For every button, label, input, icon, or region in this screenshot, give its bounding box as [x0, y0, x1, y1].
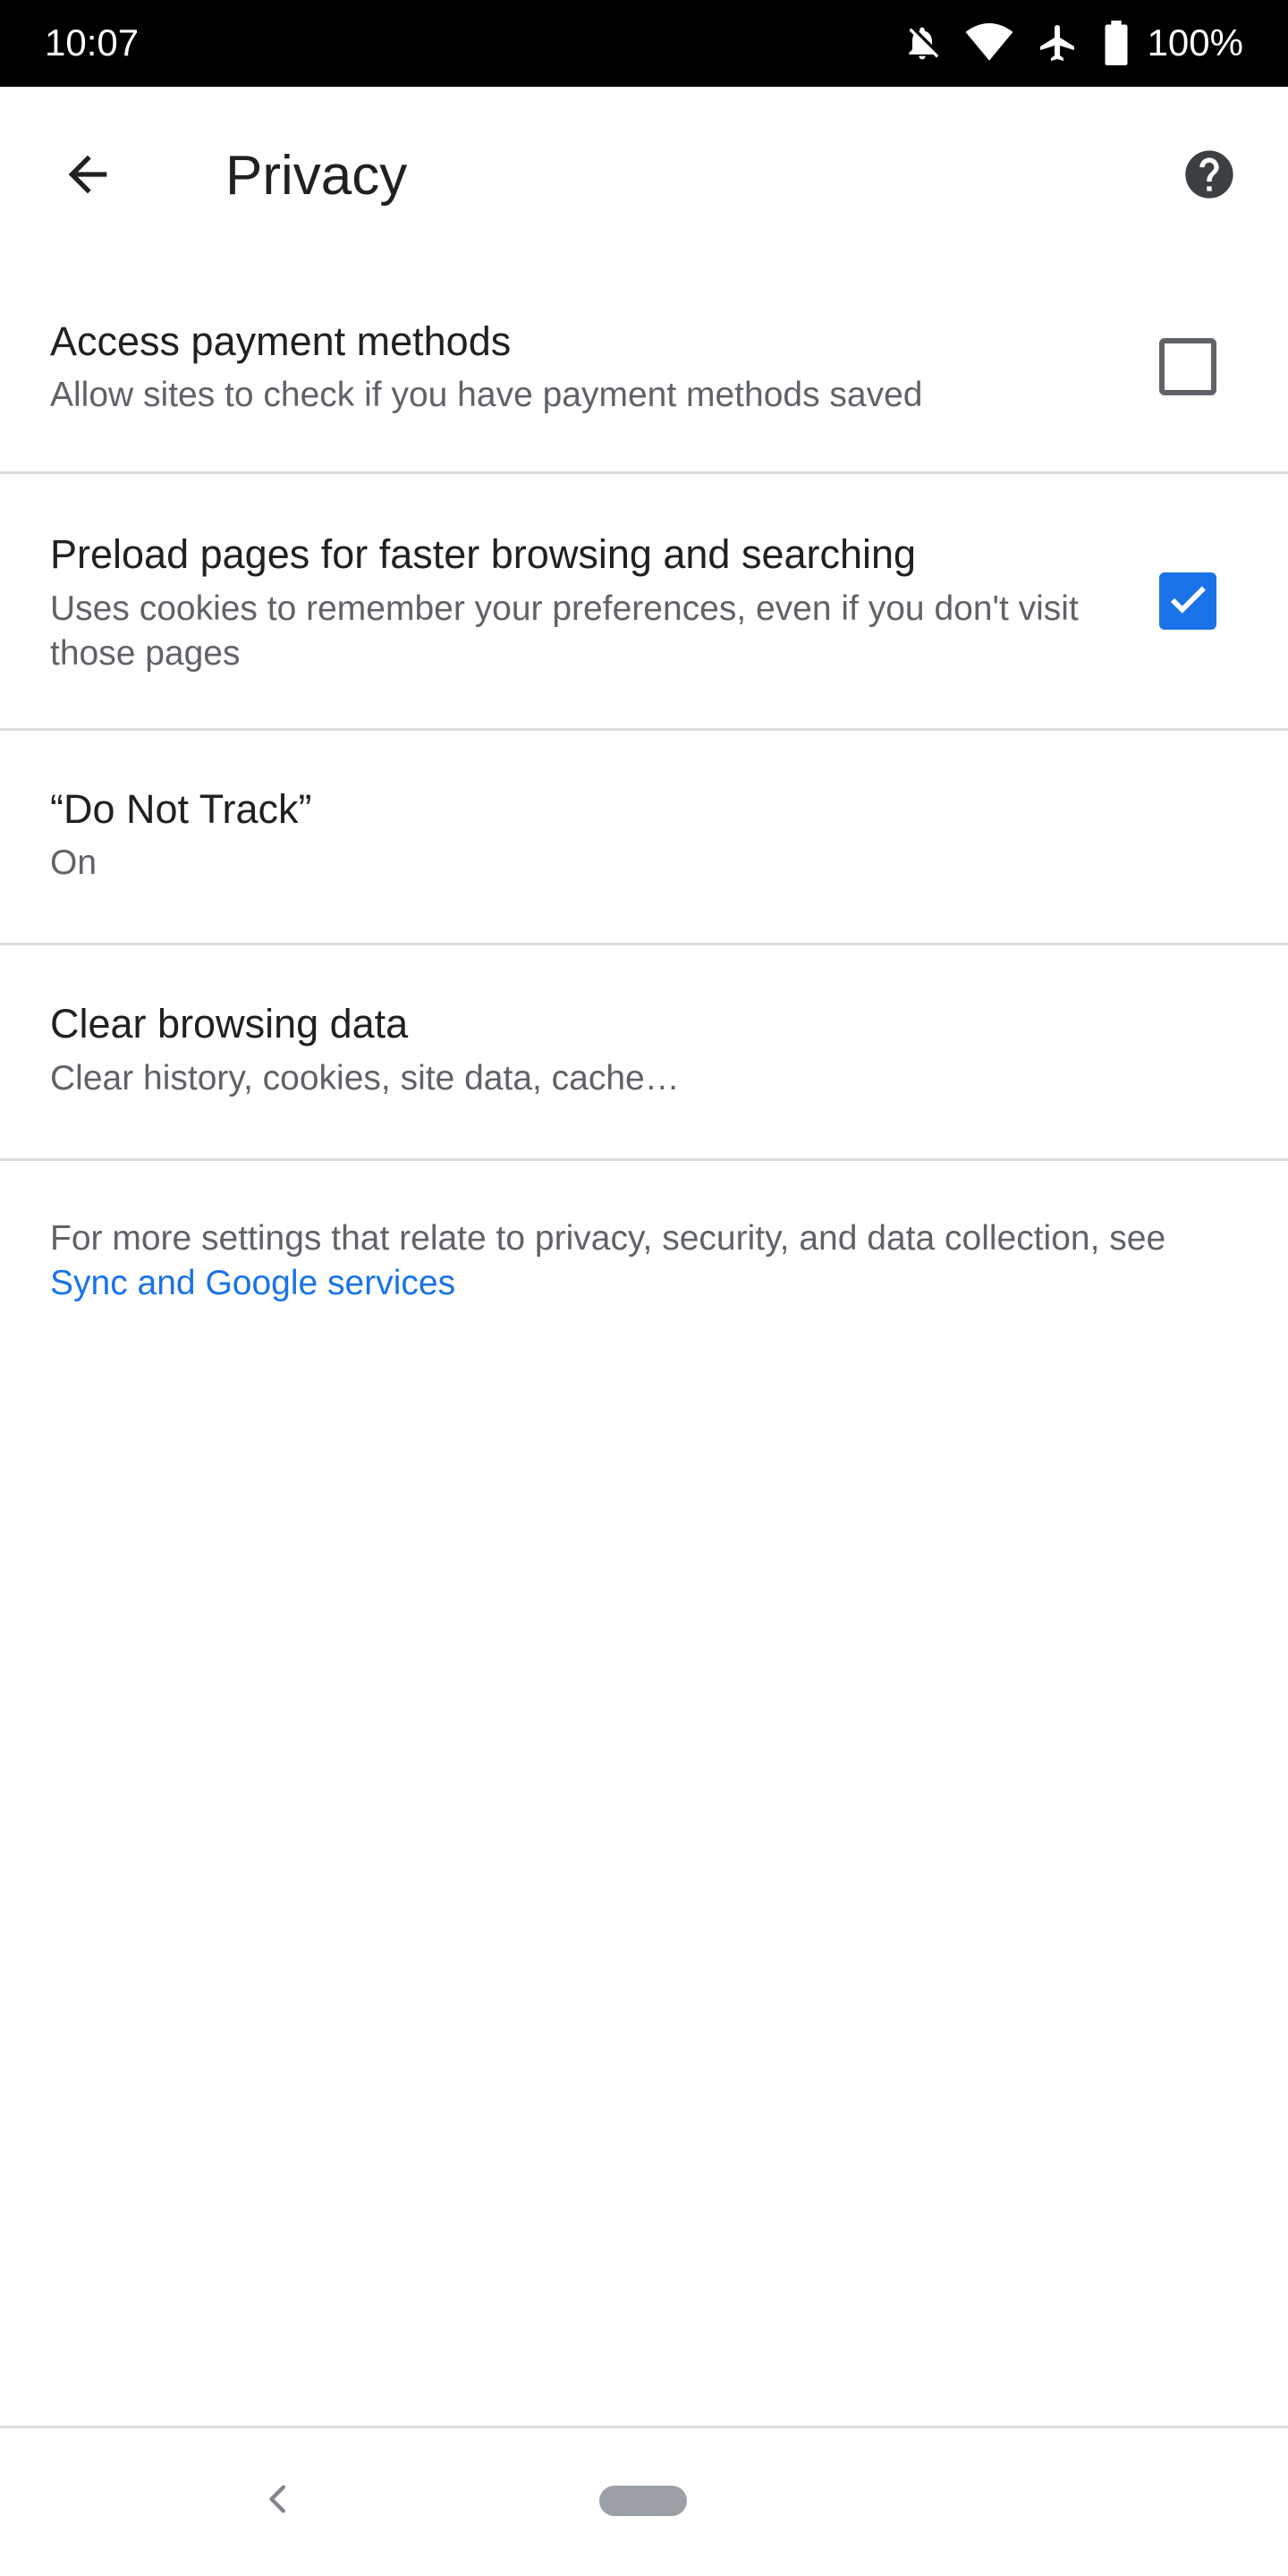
navigation-bar: [0, 2426, 1288, 2576]
battery-percent: 100%: [1147, 21, 1243, 64]
setting-preload-pages[interactable]: Preload pages for faster browsing and se…: [0, 474, 1288, 731]
setting-summary: Uses cookies to remember your preference…: [50, 589, 1079, 673]
status-bar: 10:07 100%: [0, 0, 1288, 87]
setting-payment-methods[interactable]: Access payment methods Allow sites to ch…: [0, 266, 1288, 474]
help-button[interactable]: [1175, 142, 1243, 210]
footer-note: For more settings that relate to privacy…: [50, 1216, 1240, 1306]
privacy-settings-screen: 10:07 100% Privacy Access payment method…: [0, 0, 1288, 2576]
setting-title: Access payment methods: [50, 318, 512, 364]
setting-summary: Allow sites to check if you have payment…: [50, 376, 923, 414]
check-icon: [1165, 577, 1210, 626]
battery-full-icon: [1103, 21, 1130, 65]
setting-do-not-track[interactable]: “Do Not Track” On: [0, 731, 1288, 945]
setting-title: “Do Not Track”: [50, 786, 312, 832]
wifi-icon: [965, 23, 1013, 63]
back-button[interactable]: [52, 140, 123, 212]
app-bar: Privacy: [0, 87, 1288, 266]
nav-home-pill[interactable]: [599, 2486, 687, 2516]
setting-summary: Clear history, cookies, site data, cache…: [50, 1059, 680, 1097]
setting-clear-browsing-data[interactable]: Clear browsing data Clear history, cooki…: [0, 945, 1288, 1161]
help-icon: [1181, 146, 1238, 208]
preload-pages-checkbox[interactable]: [1159, 572, 1216, 630]
setting-title: Clear browsing data: [50, 1001, 409, 1046]
status-time: 10:07: [45, 21, 140, 64]
footer-text: For more settings that relate to privacy…: [50, 1219, 1166, 1258]
status-icons: 100%: [902, 18, 1243, 68]
chevron-left-icon: [260, 2481, 296, 2521]
payment-methods-checkbox[interactable]: [1159, 338, 1216, 395]
page-title: Privacy: [225, 145, 408, 207]
nav-back-button[interactable]: [256, 2479, 301, 2523]
setting-summary: On: [50, 843, 97, 882]
setting-title: Preload pages for faster browsing and se…: [50, 531, 917, 577]
airplane-icon: [1037, 21, 1080, 65]
sync-google-services-link[interactable]: Sync and Google services: [50, 1264, 455, 1302]
arrow-back-icon: [59, 146, 116, 208]
notifications-off-icon: [902, 21, 942, 65]
